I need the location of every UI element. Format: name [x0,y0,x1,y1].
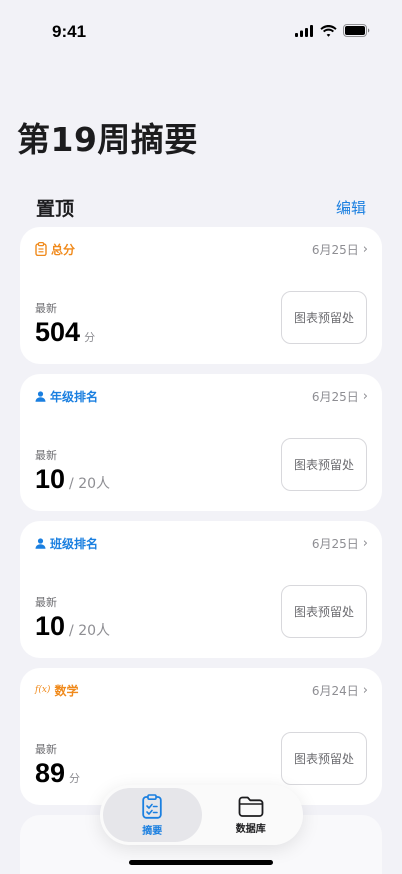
card-label: 班级排名 [35,535,98,552]
card-date: 6月25日 › [312,388,368,405]
tab-summary[interactable]: 摘要 [103,788,202,842]
card-date-text: 6月25日 [311,536,359,551]
person-icon [35,390,46,402]
latest-value: 89 [35,758,66,788]
card-date: 6月25日 › [312,535,368,552]
cellular-signal-icon [295,24,313,37]
tab-summary-label: 摘要 [142,825,163,837]
chevron-right-icon: › [362,682,368,698]
card-class-rank[interactable]: 班级排名 6月25日 › 最新 10 / 20人 图表预留处 [20,521,382,658]
card-date: 6月25日 › [312,241,368,258]
status-time: 9:41 [52,22,87,41]
edit-button[interactable]: 编辑 [336,197,366,218]
value-unit: / 20人 [69,476,111,492]
card-date-text: 6月24日 [311,683,359,698]
card-header: 班级排名 6月25日 › [35,535,368,551]
tab-bar: 摘要 数据库 [100,785,303,845]
tab-database-label: 数据库 [235,823,266,835]
card-label: 年级排名 [35,388,98,405]
chevron-right-icon: › [362,388,368,404]
card-label: f(x) 数学 [35,682,78,699]
folder-icon [238,796,264,817]
status-icons [295,24,370,37]
value-unit: 分 [69,772,81,785]
chart-placeholder: 图表预留处 [281,732,367,785]
latest-label: 最新 [35,449,57,462]
latest-label: 最新 [35,302,57,315]
card-date-text: 6月25日 [311,242,359,257]
chart-placeholder: 图表预留处 [281,291,367,344]
wifi-icon [320,24,337,37]
pinned-section-header: 置顶 编辑 [36,194,366,221]
card-label-text: 数学 [54,683,79,698]
card-label-text: 年级排名 [50,389,99,404]
card-label: 总分 [35,241,75,258]
value-row: 504 分 [35,317,95,348]
value-unit: / 20人 [69,623,111,639]
latest-label: 最新 [35,743,57,756]
card-label-text: 班级排名 [50,536,99,551]
function-icon: f(x) [35,685,51,695]
card-total-score[interactable]: 总分 6月25日 › 最新 504 分 图表预留处 [20,227,382,364]
chart-placeholder: 图表预留处 [281,585,367,638]
card-grade-rank[interactable]: 年级排名 6月25日 › 最新 10 / 20人 图表预留处 [20,374,382,511]
home-indicator [129,860,273,865]
section-title: 置顶 [36,198,75,220]
summary-icon [142,793,162,819]
card-header: 总分 6月25日 › [35,241,368,257]
value-unit: 分 [84,331,96,344]
status-bar: 9:41 [0,0,402,54]
value-row: 10 / 20人 [35,464,110,495]
battery-icon [343,24,370,37]
chevron-right-icon: › [362,535,368,551]
card-date-text: 6月25日 [311,389,359,404]
value-row: 10 / 20人 [35,611,110,642]
page-title: 第19周摘要 [17,120,198,159]
latest-value: 10 [35,611,66,641]
card-header: f(x) 数学 6月24日 › [35,682,368,698]
chevron-right-icon: › [362,241,368,257]
latest-label: 最新 [35,596,57,609]
latest-value: 504 [35,317,81,347]
clipboard-icon [35,242,47,256]
tab-database[interactable]: 数据库 [202,788,301,842]
card-header: 年级排名 6月25日 › [35,388,368,404]
person-icon [35,537,46,549]
card-label-text: 总分 [51,242,76,257]
latest-value: 10 [35,464,66,494]
value-row: 89 分 [35,758,80,789]
chart-placeholder: 图表预留处 [281,438,367,491]
card-date: 6月24日 › [312,682,368,699]
